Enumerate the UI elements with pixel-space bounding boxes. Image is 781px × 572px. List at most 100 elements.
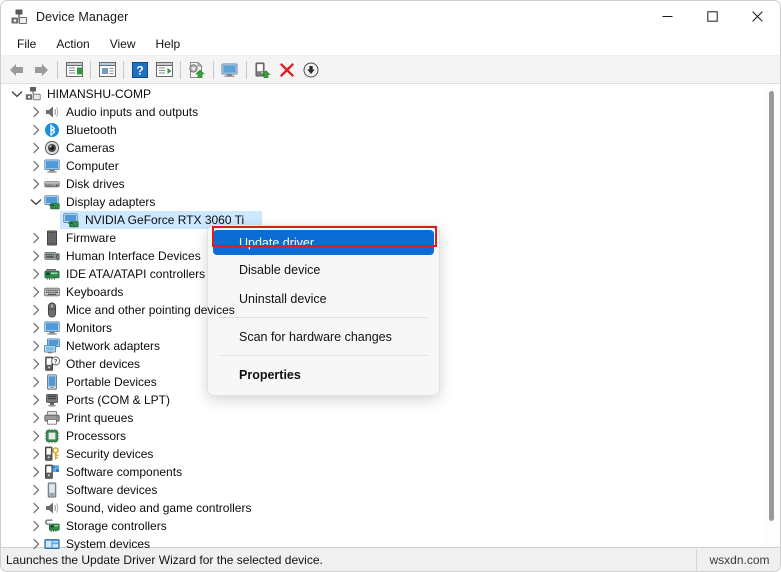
menu-view[interactable]: View [100, 35, 146, 53]
tree-item-label: Print queues [66, 410, 133, 426]
monitor-icon [44, 320, 61, 336]
tree-item-label: Monitors [66, 320, 112, 336]
chevron-right-icon[interactable] [28, 355, 44, 373]
context-menu-item-scan-for-hardware-changes[interactable]: Scan for hardware changes [208, 322, 439, 351]
tree-item[interactable]: Software components [1, 463, 780, 481]
mouse-icon [44, 302, 61, 318]
update-driver-icon[interactable] [185, 59, 209, 81]
tree-item-label: HIMANSHU-COMP [47, 86, 151, 102]
chevron-right-icon[interactable] [28, 265, 44, 283]
speaker-icon [44, 500, 61, 516]
chevron-right-icon[interactable] [28, 337, 44, 355]
tree-item[interactable]: Storage controllers [1, 517, 780, 535]
tree-item-label: Human Interface Devices [66, 248, 201, 264]
close-button[interactable] [735, 1, 780, 32]
monitor-icon [44, 158, 61, 174]
portable-device-icon [44, 374, 61, 390]
help-question-icon[interactable]: ? [128, 59, 152, 81]
tree-item[interactable]: Print queues [1, 409, 780, 427]
software-component-icon [44, 464, 61, 480]
tree-item-label: System devices [66, 536, 150, 551]
tree-item[interactable]: Display adapters [1, 193, 780, 211]
display-adapter-icon [63, 212, 80, 228]
chevron-right-icon[interactable] [28, 409, 44, 427]
context-menu-item-update-driver[interactable]: Update driver [213, 230, 434, 255]
vertical-scrollbar[interactable] [764, 85, 779, 551]
chevron-right-icon[interactable] [28, 319, 44, 337]
chevron-right-icon[interactable] [28, 103, 44, 121]
action-pane-icon[interactable] [152, 59, 176, 81]
chevron-right-icon[interactable] [28, 175, 44, 193]
tree-item[interactable]: Computer [1, 157, 780, 175]
chevron-down-icon[interactable] [28, 193, 44, 211]
tree-item[interactable]: Cameras [1, 139, 780, 157]
console-tree-icon[interactable] [62, 59, 86, 81]
chevron-right-icon[interactable] [28, 463, 44, 481]
tree-item-label: Bluetooth [66, 122, 117, 138]
scrollbar-thumb[interactable] [769, 91, 774, 521]
chevron-right-icon[interactable] [28, 427, 44, 445]
svg-text:?: ? [136, 63, 143, 77]
chevron-right-icon[interactable] [28, 283, 44, 301]
forward-button[interactable] [29, 59, 53, 81]
chevron-right-icon[interactable] [28, 229, 44, 247]
tree-item[interactable]: HIMANSHU-COMP [1, 85, 780, 103]
title-bar: Device Manager [1, 1, 780, 33]
chevron-down-icon[interactable] [9, 85, 25, 103]
back-button[interactable] [5, 59, 29, 81]
context-menu-separator-1 [219, 317, 428, 318]
chevron-right-icon[interactable] [28, 247, 44, 265]
context-menu-item-properties[interactable]: Properties [208, 360, 439, 389]
chevron-right-icon[interactable] [28, 139, 44, 157]
storage-controller-icon [44, 518, 61, 534]
watermark-text: wsxdn.com [697, 553, 781, 567]
ide-controller-icon [44, 266, 61, 282]
tree-item-label: Disk drives [66, 176, 125, 192]
menu-file[interactable]: File [7, 35, 46, 53]
tree-item[interactable]: Processors [1, 427, 780, 445]
speaker-icon [44, 104, 61, 120]
red-x-icon[interactable] [275, 59, 299, 81]
software-device-icon [44, 482, 61, 498]
maximize-button[interactable] [690, 1, 735, 32]
bluetooth-icon [44, 122, 61, 138]
tree-item-label: Storage controllers [66, 518, 167, 534]
chevron-right-icon[interactable] [28, 373, 44, 391]
tree-item-label: Ports (COM & LPT) [66, 392, 170, 408]
menu-help[interactable]: Help [146, 35, 191, 53]
context-menu-item-disable-device[interactable]: Disable device [208, 255, 439, 284]
chevron-right-icon[interactable] [28, 301, 44, 319]
tree-item[interactable]: Software devices [1, 481, 780, 499]
tree-item[interactable]: Bluetooth [1, 121, 780, 139]
tree-item[interactable]: Security devices [1, 445, 780, 463]
toolbar-separator-1 [57, 61, 58, 79]
chevron-right-icon[interactable] [28, 391, 44, 409]
tree-item[interactable]: Sound, video and game controllers [1, 499, 780, 517]
hid-icon [44, 248, 61, 264]
chevron-right-icon[interactable] [28, 121, 44, 139]
device-context-menu[interactable]: Update driver Disable device Uninstall d… [207, 225, 440, 396]
context-menu-separator-2 [219, 355, 428, 356]
scan-hardware-icon[interactable] [218, 59, 242, 81]
chevron-right-icon[interactable] [28, 445, 44, 463]
display-adapter-icon [44, 194, 61, 210]
enable-device-icon[interactable] [251, 59, 275, 81]
down-arrow-circle-icon[interactable] [299, 59, 323, 81]
chevron-right-icon[interactable] [28, 499, 44, 517]
menu-action[interactable]: Action [46, 35, 99, 53]
menu-bar: File Action View Help [1, 33, 780, 55]
chevron-right-icon[interactable] [28, 481, 44, 499]
tree-item-label: Mice and other pointing devices [66, 302, 235, 318]
tree-item-label: Security devices [66, 446, 153, 462]
minimize-button[interactable] [645, 1, 690, 32]
toolbar-separator-4 [180, 61, 181, 79]
context-menu-item-uninstall-device[interactable]: Uninstall device [208, 284, 439, 313]
chevron-right-icon[interactable] [28, 517, 44, 535]
tree-item[interactable]: Disk drives [1, 175, 780, 193]
tree-item[interactable]: Audio inputs and outputs [1, 103, 780, 121]
properties-window-icon[interactable] [95, 59, 119, 81]
chevron-right-icon[interactable] [28, 157, 44, 175]
chevron-right-icon[interactable] [28, 535, 44, 551]
tree-item-label: IDE ATA/ATAPI controllers [66, 266, 205, 282]
toolbar-separator-5 [213, 61, 214, 79]
